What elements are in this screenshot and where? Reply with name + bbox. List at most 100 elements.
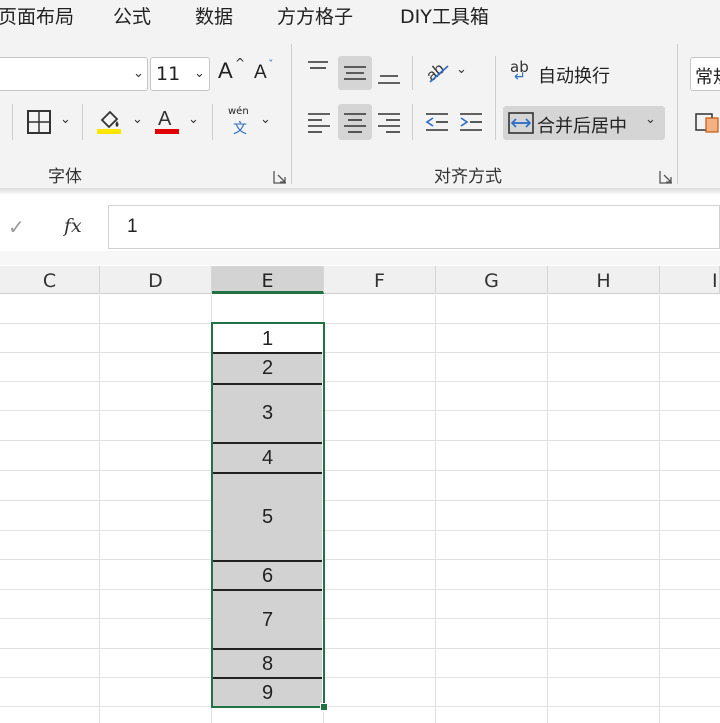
decrease-indent-icon — [425, 113, 448, 131]
align-left-button[interactable] — [304, 106, 336, 138]
top-align-button[interactable] — [304, 56, 336, 88]
formula-bar-gap — [0, 251, 720, 265]
separator — [495, 56, 496, 140]
chevron-down-icon: ⌄ — [260, 112, 271, 127]
phonetic-icon: 文 — [233, 121, 247, 137]
wrap-text-button[interactable]: ab ↵ 自动换行 — [506, 58, 616, 90]
row-line — [0, 618, 720, 619]
svg-text:ab: ab — [423, 60, 448, 85]
conditional-format-icon — [695, 113, 719, 133]
text-orientation-icon: ab — [423, 60, 449, 85]
row-line — [0, 381, 720, 382]
ribbon-tabs: 页面布局 公式 数据 方方格子 DIY工具箱 — [0, 0, 720, 32]
group-separator — [291, 44, 292, 184]
column-header-d[interactable]: D — [100, 266, 212, 294]
caret-down-icon: ˇ — [268, 58, 274, 71]
row-line — [0, 706, 720, 707]
group-separator — [677, 44, 678, 184]
increase-font-button[interactable]: A ^ — [216, 56, 246, 88]
align-middle-icon — [344, 66, 366, 80]
row-line — [0, 648, 720, 649]
formula-input[interactable]: 1 — [108, 205, 720, 249]
font-color-icon: A — [155, 108, 179, 134]
tab-diy-toolbox[interactable]: DIY工具箱 — [400, 2, 489, 29]
align-center-icon — [344, 113, 366, 133]
conditional-format-button[interactable] — [694, 108, 720, 138]
orientation-button[interactable]: ab ⌄ — [422, 56, 470, 88]
svg-text:A: A — [158, 108, 172, 130]
chevron-down-icon: ⌄ — [456, 62, 467, 77]
chevron-down-icon: ⌄ — [133, 66, 144, 81]
row-line — [0, 410, 720, 411]
font-size-dropdown[interactable]: 11 ⌄ — [150, 57, 210, 91]
row-line — [0, 677, 720, 678]
bottom-align-button[interactable] — [374, 58, 406, 90]
alignment-group-label: 对齐方式 — [434, 167, 502, 187]
formula-value: 1 — [127, 216, 138, 237]
borders-icon — [27, 110, 51, 134]
chevron-down-icon: ⌄ — [645, 112, 656, 127]
column-line — [547, 295, 548, 723]
column-header-c[interactable]: C — [0, 266, 100, 294]
decrease-indent-button[interactable] — [422, 106, 454, 138]
align-center-button[interactable] — [338, 104, 372, 140]
column-headers: C D E F G H I — [0, 266, 720, 294]
row-line — [0, 559, 720, 560]
row-line — [0, 589, 720, 590]
increase-indent-button[interactable] — [456, 106, 488, 138]
separator — [412, 104, 413, 140]
row-line — [0, 440, 720, 441]
separator — [12, 104, 13, 140]
fill-color-button[interactable]: ⌄ — [96, 106, 146, 138]
font-dialog-launcher-icon[interactable] — [273, 170, 287, 184]
column-line — [99, 295, 100, 723]
phonetic-button[interactable]: wén 文 ⌄ — [226, 106, 276, 140]
worksheet-grid[interactable] — [0, 295, 720, 723]
row-line — [0, 352, 720, 353]
alignment-dialog-launcher-icon[interactable] — [659, 170, 673, 184]
selection-border — [211, 322, 325, 708]
column-header-i[interactable]: I — [660, 266, 720, 294]
decrease-font-button[interactable]: A ˇ — [252, 58, 280, 90]
separator — [82, 104, 83, 140]
tab-formulas[interactable]: 公式 — [113, 2, 151, 29]
font-name-dropdown[interactable]: ⌄ — [0, 57, 148, 91]
column-header-g[interactable]: G — [436, 266, 548, 294]
caret-up-icon: ^ — [235, 56, 246, 70]
ribbon-shadow — [0, 188, 720, 194]
align-bottom-icon — [378, 75, 400, 84]
column-header-e[interactable]: E — [212, 266, 324, 294]
separator — [212, 104, 213, 140]
font-size-value: 11 — [156, 63, 181, 85]
separator — [412, 56, 413, 90]
row-line — [0, 530, 720, 531]
font-group-label: 字体 — [48, 167, 82, 187]
chevron-down-icon: ⌄ — [60, 112, 71, 127]
paint-bucket-icon — [97, 110, 121, 134]
increase-indent-icon — [460, 113, 482, 131]
borders-button[interactable]: ⌄ — [24, 106, 74, 138]
tab-data[interactable]: 数据 — [195, 2, 233, 29]
align-left-icon — [308, 113, 330, 133]
column-header-f[interactable]: F — [324, 266, 436, 294]
number-format-dropdown[interactable]: 常規 — [690, 57, 720, 91]
merge-center-button[interactable]: 合并后居中 ⌄ — [503, 106, 665, 140]
align-right-button[interactable] — [374, 106, 406, 138]
align-right-icon — [378, 113, 400, 133]
tab-fangfang[interactable]: 方方格子 — [277, 2, 353, 29]
row-line — [0, 500, 720, 501]
merge-center-icon — [508, 112, 534, 134]
tab-page-layout[interactable]: 页面布局 — [0, 2, 74, 29]
chevron-down-icon: ⌄ — [194, 66, 205, 81]
column-line — [659, 295, 660, 723]
fill-handle[interactable] — [320, 703, 328, 711]
column-line — [435, 295, 436, 723]
check-icon[interactable]: ✓ — [8, 215, 25, 239]
fx-icon[interactable]: fx — [64, 215, 82, 237]
align-top-icon — [308, 61, 328, 69]
column-header-h[interactable]: H — [548, 266, 660, 294]
middle-align-button[interactable] — [338, 56, 372, 90]
number-format-value: 常規 — [695, 67, 720, 88]
row-line — [0, 470, 720, 471]
font-color-button[interactable]: A ⌄ — [154, 106, 204, 138]
